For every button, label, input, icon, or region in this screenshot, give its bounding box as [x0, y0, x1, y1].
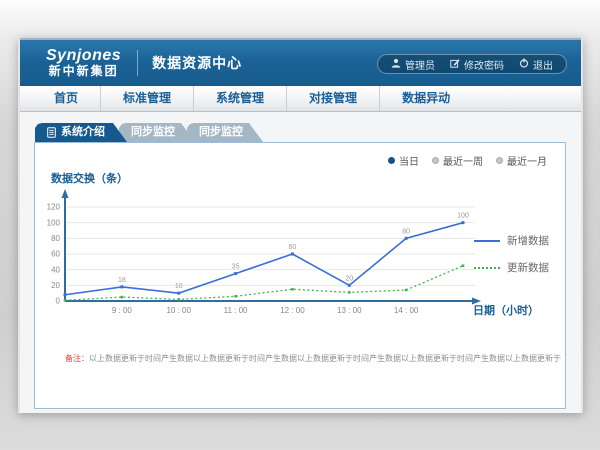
nav-item-3[interactable]: 对接管理: [286, 86, 379, 111]
radio-option-2[interactable]: 最近一月: [496, 153, 547, 168]
svg-text:13 : 00: 13 : 00: [337, 306, 362, 315]
svg-text:60: 60: [289, 244, 297, 251]
header-divider: [137, 50, 138, 76]
radio-dot[interactable]: [496, 157, 503, 164]
user-toolbar: 管理员修改密码退出: [377, 54, 567, 74]
radio-option-1[interactable]: 最近一周: [432, 153, 483, 168]
svg-text:20: 20: [345, 275, 353, 282]
radio-option-0[interactable]: 当日: [388, 153, 419, 168]
tab-0[interactable]: 系统介绍: [35, 123, 127, 142]
user-icon: [391, 58, 401, 71]
time-range-filter: 当日最近一周最近一月: [388, 153, 547, 168]
svg-text:80: 80: [51, 234, 60, 243]
svg-text:60: 60: [51, 250, 60, 259]
svg-text:11 : 00: 11 : 00: [224, 306, 248, 315]
note-prefix: 备注：: [65, 354, 89, 363]
logo-english: Synjones: [46, 48, 121, 65]
footer-note: 备注：以上数据更新于时间产生数据以上数据更新于时间产生数据以上数据更新于时间产生…: [65, 353, 561, 364]
note-text: 以上数据更新于时间产生数据以上数据更新于时间产生数据以上数据更新于时间产生数据以…: [89, 354, 561, 363]
chart-legend: 新增数据更新数据: [474, 233, 549, 287]
nav-item-0[interactable]: 首页: [32, 86, 100, 111]
svg-text:10: 10: [175, 283, 183, 290]
logout-icon: [519, 58, 529, 71]
svg-text:35: 35: [232, 264, 240, 271]
svg-text:14 : 00: 14 : 00: [394, 306, 419, 315]
nav-item-2[interactable]: 系统管理: [193, 86, 286, 111]
svg-text:9 : 00: 9 : 00: [112, 306, 133, 315]
svg-text:10 : 00: 10 : 00: [166, 306, 191, 315]
tab-bar: 系统介绍同步监控同步监控: [35, 123, 581, 142]
user-action-1[interactable]: 修改密码: [450, 57, 504, 72]
svg-text:120: 120: [47, 203, 61, 212]
svg-text:80: 80: [402, 228, 410, 235]
radio-dot[interactable]: [432, 157, 439, 164]
legend-line-sample: [474, 267, 500, 269]
nav-item-4[interactable]: 数据异动: [379, 86, 472, 111]
svg-text:100: 100: [457, 213, 469, 220]
nav-item-1[interactable]: 标准管理: [100, 86, 193, 111]
app-window: Synjones 新中新集团 数据资源中心 管理员修改密码退出 首页标准管理系统…: [18, 38, 583, 413]
svg-text:20: 20: [51, 281, 60, 290]
tab-1[interactable]: 同步监控: [119, 123, 195, 142]
legend-line-sample: [474, 240, 500, 242]
svg-text:日期（小时）: 日期（小时）: [473, 303, 539, 317]
svg-text:40: 40: [51, 265, 60, 274]
svg-text:12 : 00: 12 : 00: [280, 306, 305, 315]
user-action-2[interactable]: 退出: [519, 57, 553, 72]
logo-chinese: 新中新集团: [46, 65, 121, 78]
radio-dot[interactable]: [388, 157, 395, 164]
app-header: Synjones 新中新集团 数据资源中心 管理员修改密码退出: [20, 38, 581, 86]
svg-text:0: 0: [56, 297, 61, 306]
user-action-0[interactable]: 管理员: [391, 57, 435, 72]
svg-text:100: 100: [47, 218, 61, 227]
edit-icon: [450, 58, 460, 71]
chart-panel: 当日最近一周最近一月 数据交换（条） 0 20 40 60 80 100 120 9 : 00…: [34, 142, 566, 409]
main-nav: 首页标准管理系统管理对接管理数据异动: [20, 86, 581, 112]
document-icon: [47, 127, 56, 138]
svg-text:18: 18: [118, 277, 126, 284]
y-axis-title: 数据交换（条）: [51, 170, 128, 186]
legend-item-0: 新增数据: [474, 233, 549, 248]
company-logo: Synjones 新中新集团: [46, 48, 121, 77]
legend-item-1: 更新数据: [474, 260, 549, 275]
app-title: 数据资源中心: [152, 53, 242, 73]
tab-2[interactable]: 同步监控: [187, 123, 263, 142]
content-area: 系统介绍同步监控同步监控 当日最近一周最近一月 数据交换（条） 02040608…: [20, 123, 581, 424]
